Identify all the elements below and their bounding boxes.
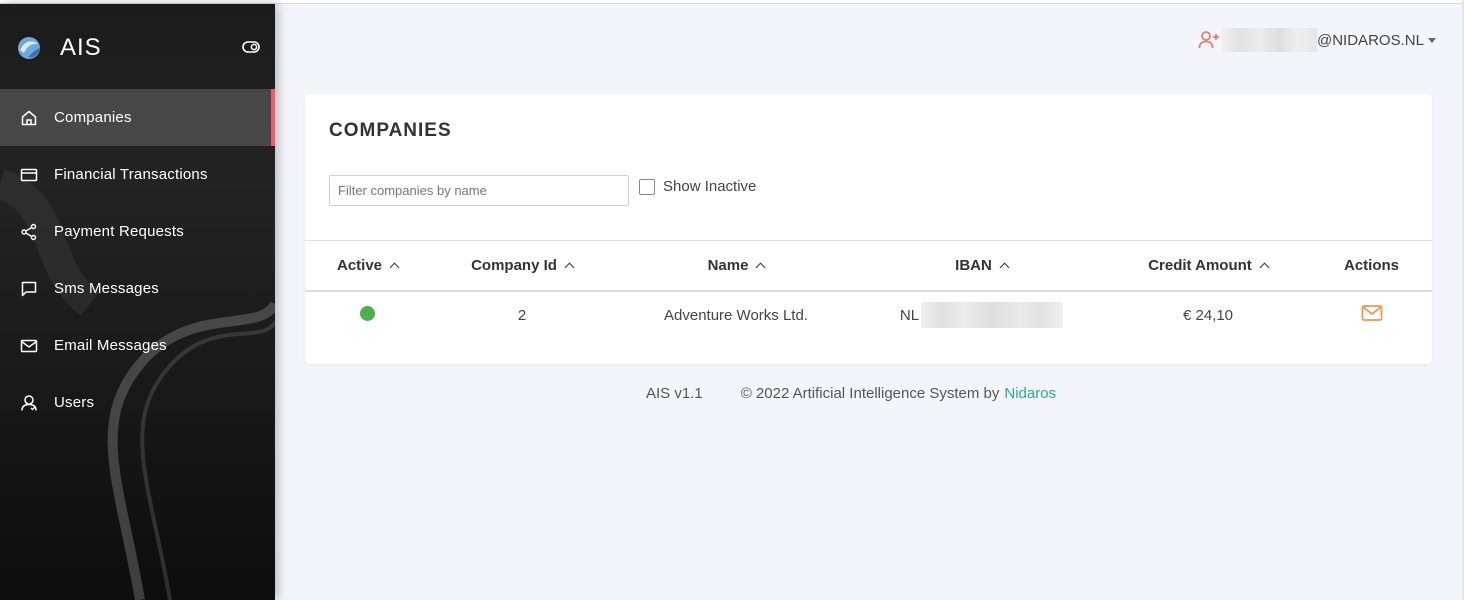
sort-asc-icon	[389, 262, 400, 273]
user-add-icon	[1198, 31, 1219, 49]
company-filter-input[interactable]	[329, 175, 629, 206]
sidebar-item-label: Users	[54, 394, 95, 411]
companies-card: COMPANIES Show Inactive Active Company I…	[305, 94, 1432, 364]
sidebar-item-users[interactable]: Users	[0, 374, 275, 431]
show-inactive-checkbox[interactable]	[639, 178, 655, 195]
iban-value: NL	[899, 302, 1064, 328]
brand[interactable]: AIS	[16, 32, 102, 64]
table-header-row: Active Company Id Name IBAN Credit Amoun…	[305, 240, 1432, 292]
nidaros-link[interactable]: Nidaros	[1004, 385, 1056, 402]
sort-asc-icon	[755, 262, 766, 273]
mail-icon[interactable]	[1361, 304, 1383, 322]
brand-title: AIS	[60, 34, 102, 61]
toggle-sidebar-icon[interactable]	[242, 40, 260, 54]
column-header-company-id[interactable]: Company Id	[430, 240, 614, 292]
sort-asc-icon	[999, 262, 1010, 273]
column-header-iban[interactable]: IBAN	[858, 240, 1105, 292]
show-inactive-toggle[interactable]: Show Inactive	[639, 178, 756, 195]
cell-active	[305, 291, 430, 339]
sidebar-item-label: Companies	[54, 109, 132, 126]
sidebar-item-label: Email Messages	[54, 337, 167, 354]
footer: AIS v1.1 © 2022 Artificial Intelligence …	[646, 385, 1056, 402]
column-header-credit-amount[interactable]: Credit Amount	[1105, 240, 1311, 292]
column-header-name[interactable]: Name	[614, 240, 858, 292]
app-version: AIS v1.1	[646, 385, 703, 402]
mail-icon	[20, 337, 38, 355]
redacted-iban	[921, 302, 1064, 328]
cell-actions	[1311, 291, 1432, 339]
sort-asc-icon	[564, 262, 575, 273]
iban-prefix: NL	[899, 306, 920, 324]
user-icon	[20, 394, 38, 412]
chat-icon	[20, 280, 38, 298]
sidebar-item-email-messages[interactable]: Email Messages	[0, 317, 275, 374]
sidebar: AIS Companies Financial Transactions Pay…	[0, 4, 275, 600]
sidebar-nav: Companies Financial Transactions Payment…	[0, 89, 275, 431]
cell-credit-amount: € 24,10	[1182, 306, 1234, 324]
home-icon	[20, 109, 38, 127]
sidebar-item-label: Payment Requests	[54, 223, 184, 240]
brand-logo-icon	[18, 37, 40, 59]
sidebar-item-payment-requests[interactable]: Payment Requests	[0, 203, 275, 260]
sidebar-item-label: Financial Transactions	[54, 166, 208, 183]
sort-asc-icon	[1259, 262, 1270, 273]
user-menu[interactable]: @NIDAROS.NL	[1198, 28, 1436, 52]
redacted-username	[1222, 28, 1317, 52]
active-status-dot	[360, 305, 375, 321]
page-title: COMPANIES	[329, 120, 452, 141]
cell-iban: NL	[858, 291, 1105, 339]
companies-table: Active Company Id Name IBAN Credit Amoun…	[305, 240, 1432, 339]
sidebar-item-label: Sms Messages	[54, 280, 159, 297]
user-email-domain: @NIDAROS.NL	[1317, 31, 1424, 49]
sidebar-item-sms-messages[interactable]: Sms Messages	[0, 260, 275, 317]
cell-name: Adventure Works Ltd.	[664, 306, 808, 324]
cell-company-id: 2	[517, 306, 527, 324]
show-inactive-label: Show Inactive	[663, 178, 757, 195]
sidebar-item-companies[interactable]: Companies	[0, 89, 275, 146]
column-header-active[interactable]: Active	[305, 240, 430, 292]
sidebar-item-financial-transactions[interactable]: Financial Transactions	[0, 146, 275, 203]
credit-card-icon	[20, 166, 38, 184]
share-icon	[20, 223, 38, 241]
chevron-down-icon	[1427, 37, 1436, 43]
column-header-actions: Actions	[1311, 240, 1432, 292]
copyright-text: © 2022 Artificial Intelligence System by	[740, 385, 1000, 402]
table-row[interactable]: 2 Adventure Works Ltd. NL € 24,10	[305, 291, 1432, 339]
